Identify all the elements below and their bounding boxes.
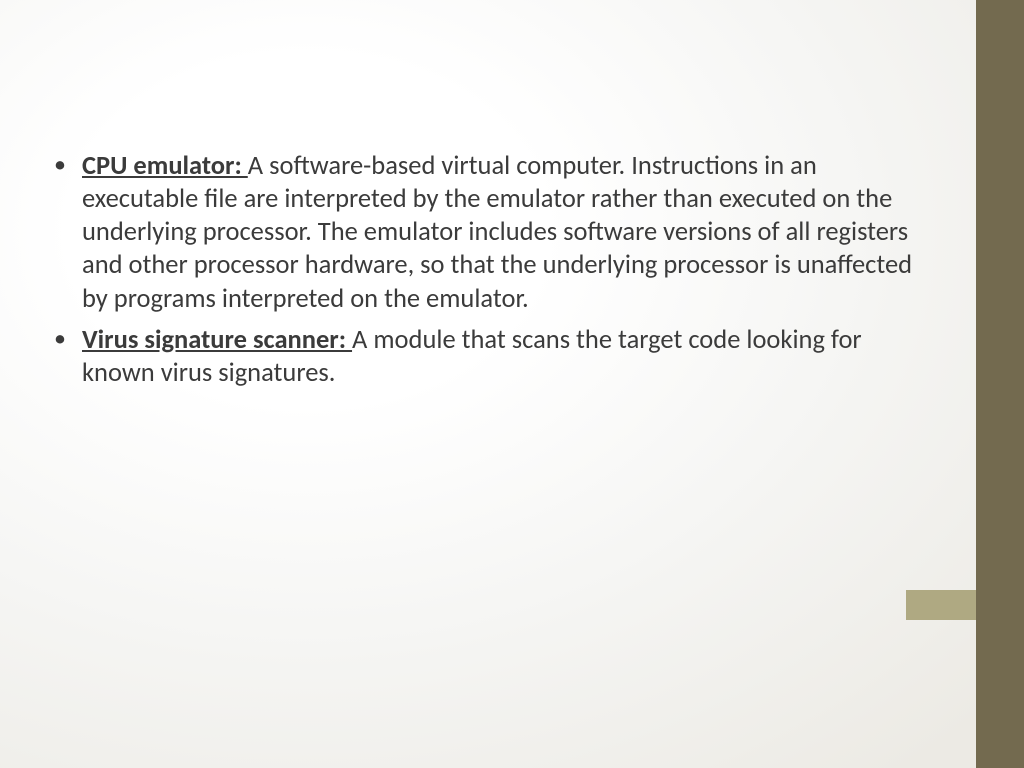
theme-sidebar-accent bbox=[906, 590, 976, 620]
slide-content: CPU emulator: A software-based virtual c… bbox=[48, 150, 918, 398]
theme-sidebar-dark bbox=[976, 0, 1024, 768]
bullet-item: CPU emulator: A software-based virtual c… bbox=[48, 150, 918, 316]
slide: CPU emulator: A software-based virtual c… bbox=[0, 0, 1024, 768]
term-label: CPU emulator: bbox=[82, 150, 248, 182]
bullet-list: CPU emulator: A software-based virtual c… bbox=[48, 150, 918, 390]
bullet-item: Virus signature scanner: A module that s… bbox=[48, 324, 918, 390]
term-label: Virus signature scanner: bbox=[82, 324, 352, 356]
